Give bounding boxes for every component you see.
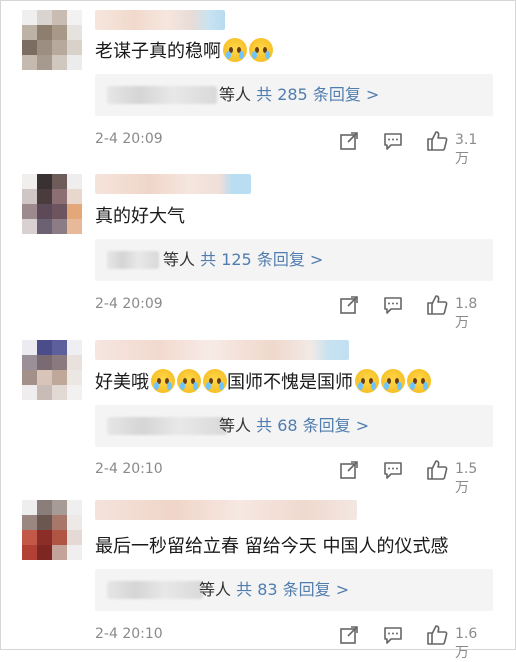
comment-text-body: 老谋子真的稳啊 <box>95 41 221 62</box>
reply-names-blurred <box>107 86 217 104</box>
reply-count-link[interactable]: 共 285 条回复 > <box>256 85 379 104</box>
crying-face-emoji-icon <box>407 369 431 393</box>
reply-count-link[interactable]: 共 68 条回复 > <box>256 416 369 435</box>
reply-summary-text: 等人 共 125 条回复 > <box>163 239 323 281</box>
timestamp: 2-4 20:10 <box>95 461 163 477</box>
thumbs-up-icon[interactable] <box>426 459 448 481</box>
crying-face-emoji-icon <box>151 369 175 393</box>
avatar[interactable] <box>22 500 82 560</box>
comment-icon[interactable] <box>382 459 404 481</box>
timestamp: 2-4 20:09 <box>95 131 163 147</box>
reply-summary[interactable]: 等人 共 125 条回复 > <box>95 239 493 281</box>
timestamp: 2-4 20:09 <box>95 296 163 312</box>
like-count: 3.1万 <box>455 132 478 167</box>
comment-icon[interactable] <box>382 624 404 646</box>
avatar[interactable] <box>22 10 82 70</box>
comment-text: 好美哦 国师不愧是国师 <box>95 369 431 396</box>
username-blurred[interactable] <box>95 174 251 194</box>
share-icon[interactable] <box>338 294 360 316</box>
comment-text-body: 好美哦 <box>95 372 149 393</box>
reply-tail: 等人 <box>199 580 232 599</box>
reply-count-link[interactable]: 共 83 条回复 > <box>236 580 349 599</box>
crying-face-emoji-icon <box>381 369 405 393</box>
crying-face-emoji-icon <box>177 369 201 393</box>
share-icon[interactable] <box>338 459 360 481</box>
thumbs-up-icon[interactable] <box>426 624 448 646</box>
like-count: 1.8万 <box>455 296 478 331</box>
reply-summary-text: 等人 共 68 条回复 > <box>219 405 369 447</box>
crying-face-emoji-icon <box>223 38 247 62</box>
comment-text: 老谋子真的稳啊 <box>95 38 273 65</box>
comment-text-body: 最后一秒留给立春 留给今天 中国人的仪式感 <box>95 536 449 557</box>
reply-summary[interactable]: 等人 共 285 条回复 > <box>95 74 493 116</box>
crying-face-emoji-icon <box>355 369 379 393</box>
reply-count-link[interactable]: 共 125 条回复 > <box>200 250 323 269</box>
reply-tail: 等人 <box>163 250 196 269</box>
reply-tail: 等人 <box>219 85 252 104</box>
thumbs-up-icon[interactable] <box>426 130 448 152</box>
reply-summary[interactable]: 等人 共 83 条回复 > <box>95 569 493 611</box>
comment-text: 真的好大气 <box>95 204 185 230</box>
comment-text: 最后一秒留给立春 留给今天 中国人的仪式感 <box>95 534 448 560</box>
crying-face-emoji-icon <box>249 38 273 62</box>
thumbs-up-icon[interactable] <box>426 294 448 316</box>
crying-face-emoji-icon <box>203 369 227 393</box>
comment-text-body: 国师不愧是国师 <box>227 372 353 393</box>
username-blurred[interactable] <box>95 10 225 30</box>
timestamp: 2-4 20:10 <box>95 626 163 642</box>
share-icon[interactable] <box>338 624 360 646</box>
reply-summary-text: 等人 共 83 条回复 > <box>199 569 349 611</box>
reply-names-blurred <box>107 417 227 435</box>
avatar[interactable] <box>22 174 82 234</box>
username-blurred[interactable] <box>95 340 349 360</box>
reply-summary-text: 等人 共 285 条回复 > <box>219 74 379 116</box>
like-count: 1.5万 <box>455 461 478 496</box>
avatar[interactable] <box>22 340 82 400</box>
reply-names-blurred <box>107 251 159 269</box>
comment-icon[interactable] <box>382 294 404 316</box>
reply-summary[interactable]: 等人 共 68 条回复 > <box>95 405 493 447</box>
comment-icon[interactable] <box>382 130 404 152</box>
username-blurred[interactable] <box>95 500 357 520</box>
reply-names-blurred <box>107 581 203 599</box>
comment-text-body: 真的好大气 <box>95 206 185 227</box>
share-icon[interactable] <box>338 130 360 152</box>
like-count: 1.6万 <box>455 626 478 661</box>
reply-tail: 等人 <box>219 416 252 435</box>
